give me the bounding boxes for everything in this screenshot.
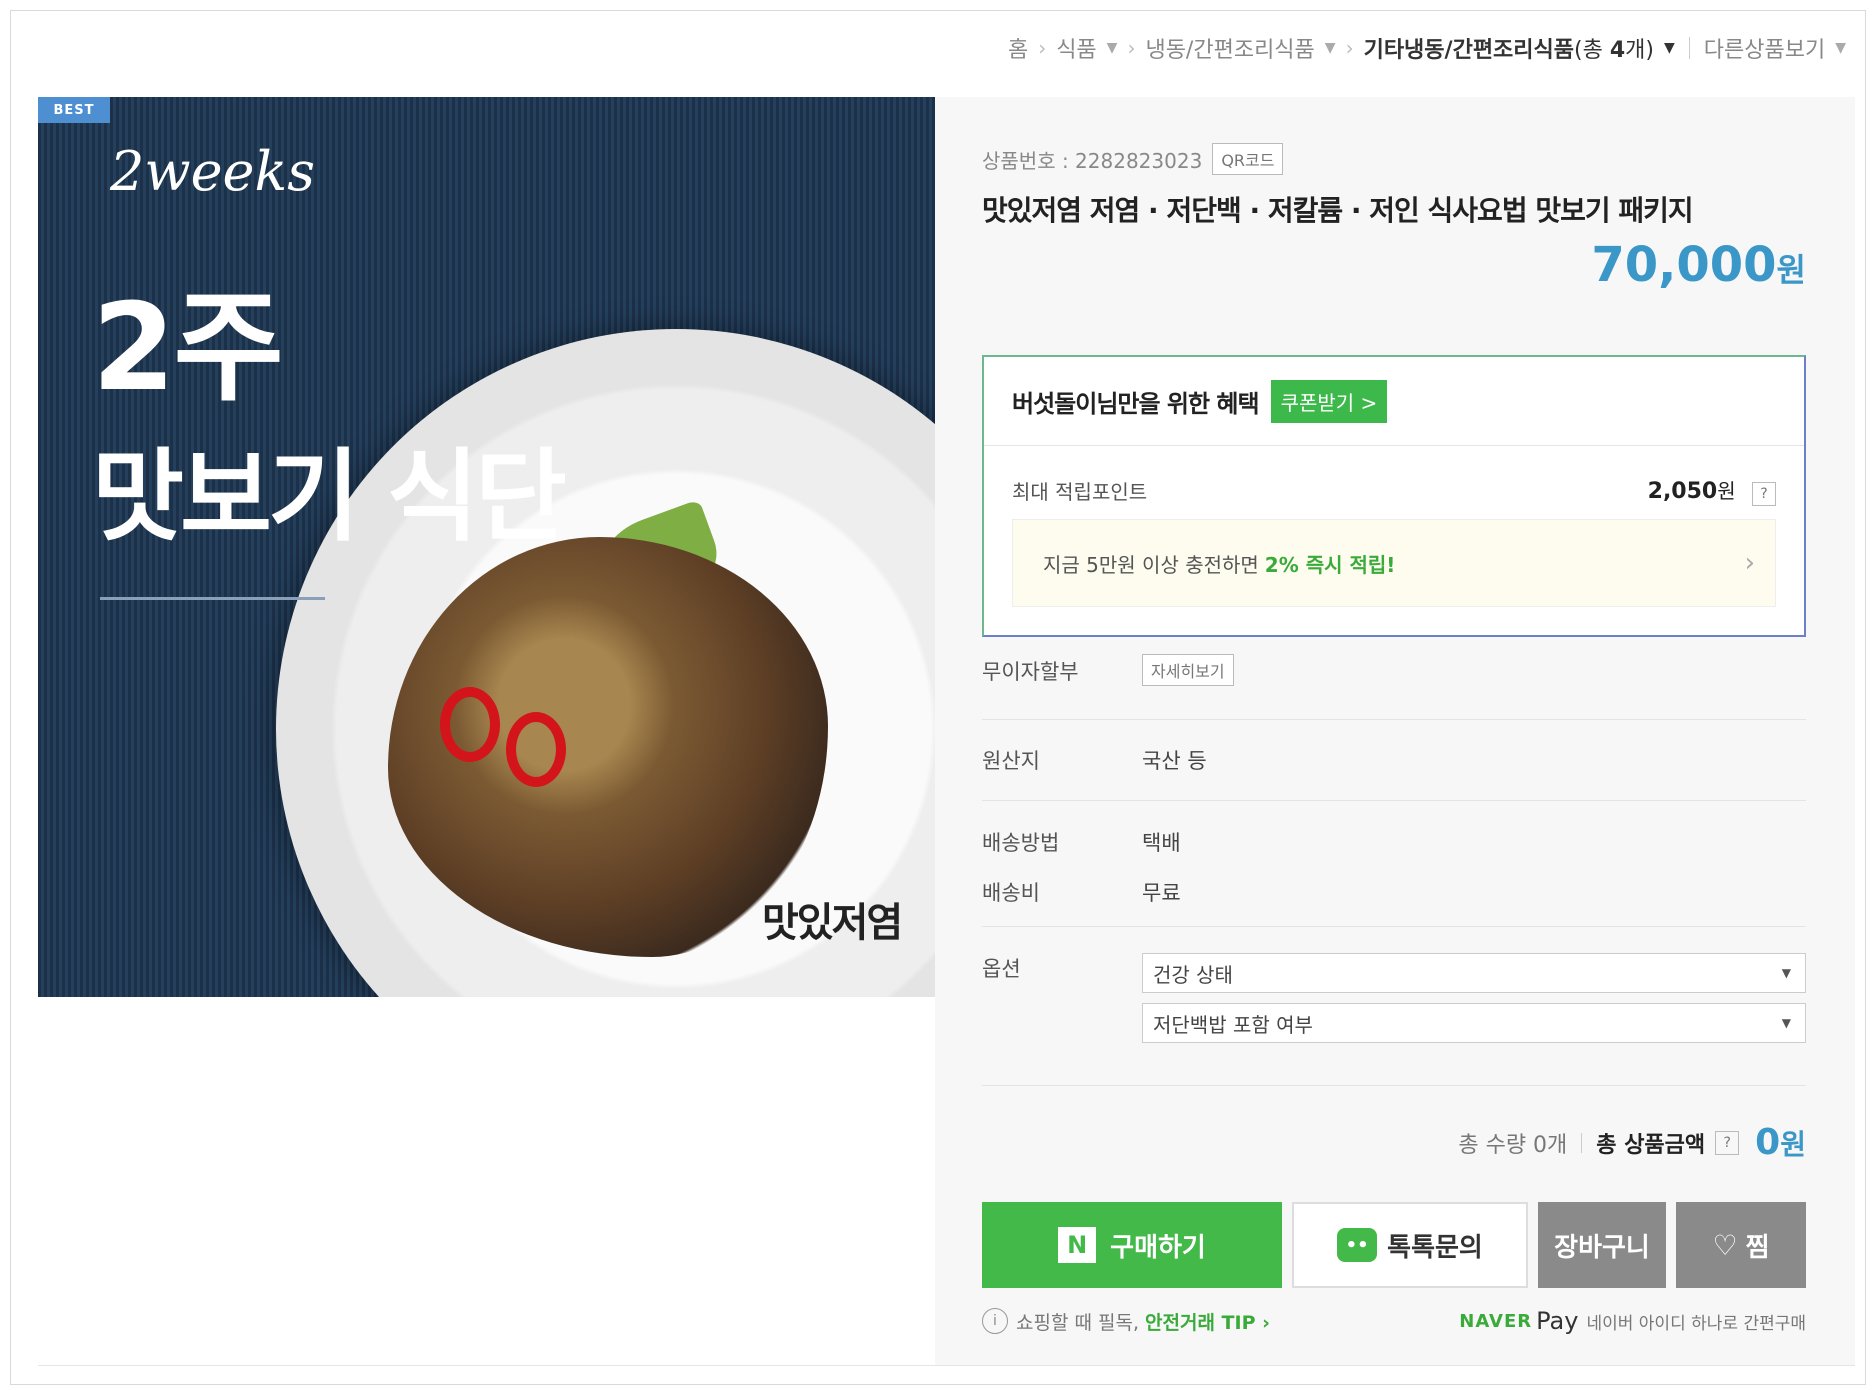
info-icon: i <box>982 1308 1008 1334</box>
buy-label: 구매하기 <box>1110 1232 1206 1263</box>
wish-label: 찜 <box>1745 1232 1770 1263</box>
naver-logo: NAVER <box>1459 1310 1533 1332</box>
charge-text: 지금 5만원 이상 충전하면 <box>1043 552 1259 577</box>
total-amount-value: 0원 <box>1755 1122 1806 1163</box>
option-select-value: 건강 상태 <box>1153 962 1233 987</box>
origin-label: 원산지 <box>982 749 1040 773</box>
pay-logo: Pay <box>1536 1307 1579 1335</box>
option-select-health[interactable]: 건강 상태 ▼ <box>1142 953 1806 993</box>
product-number: 상품번호 : 2282823023 QR코드 <box>982 143 1284 175</box>
price-unit: 원 <box>1776 251 1806 289</box>
naver-pay-info: NAVER Pay 네이버 아이디 하나로 간편구매 <box>1459 1307 1806 1335</box>
product-price: 70,000원 <box>1591 237 1806 293</box>
installment-detail-button[interactable]: 자세히보기 <box>1142 654 1234 686</box>
photo-brand-script: 2weeks <box>110 140 315 203</box>
divider <box>38 1365 1855 1366</box>
talk-label: 톡톡문의 <box>1387 1232 1483 1263</box>
breadcrumb-separator-icon: › <box>1345 36 1354 60</box>
chevron-down-icon[interactable]: ▼ <box>1664 40 1675 56</box>
divider <box>982 800 1806 801</box>
breadcrumb-category-frozen[interactable]: 냉동/간편조리식품 <box>1145 32 1314 64</box>
help-icon[interactable]: ? <box>1715 1130 1740 1155</box>
chevron-down-icon[interactable]: ▼ <box>1835 40 1846 56</box>
divider <box>1688 37 1690 59</box>
chevron-down-icon[interactable]: ▼ <box>1325 40 1336 56</box>
shipping-method-value: 택배 <box>1142 831 1181 855</box>
charge-promo-banner[interactable]: 지금 5만원 이상 충전하면 2% 즉시 적립! › <box>1012 519 1776 607</box>
notice-text: 쇼핑할 때 필독, <box>1016 1311 1139 1334</box>
chili-slice <box>506 712 566 787</box>
talktalk-inquiry-button[interactable]: •• 톡톡문의 <box>1292 1202 1528 1288</box>
shipping-fee-label: 배송비 <box>982 881 1040 905</box>
safe-trade-tip-link[interactable]: 안전거래 TIP › <box>1145 1308 1270 1335</box>
breadcrumb-separator-icon: › <box>1038 36 1047 60</box>
point-value-group: 2,050원 ? <box>1648 475 1776 506</box>
point-row: 최대 적립포인트 2,050원 ? <box>1012 475 1776 506</box>
benefit-box: 버섯돌이님만을 위한 혜택 쿠폰받기 > 최대 적립포인트 2,050원 ? 지… <box>982 355 1806 637</box>
divider <box>982 926 1806 927</box>
breadcrumb-separator-icon: › <box>1127 36 1136 60</box>
total-amount-label: 총 상품금액 <box>1596 1132 1706 1158</box>
divider <box>982 719 1806 720</box>
order-total: 총 수량 0개 총 상품금액 ? 0원 <box>1458 1122 1806 1163</box>
talk-bubble-icon: •• <box>1337 1228 1378 1262</box>
wish-button[interactable]: ♡ 찜 <box>1676 1202 1806 1288</box>
option-label: 옵션 <box>982 957 1021 981</box>
other-products-link[interactable]: 다른상품보기 <box>1704 32 1825 64</box>
naver-pay-description: 네이버 아이디 하나로 간편구매 <box>1586 1313 1806 1334</box>
installment-label: 무이자할부 <box>982 660 1079 684</box>
breadcrumb: 홈 › 식품 ▼ › 냉동/간편조리식품 ▼ › 기타냉동/간편조리식품(총 4… <box>1008 30 1846 66</box>
price-value: 70,000 <box>1591 237 1777 293</box>
chevron-down-icon[interactable]: ▼ <box>1107 40 1118 56</box>
breadcrumb-home[interactable]: 홈 <box>1008 32 1028 64</box>
heart-icon: ♡ <box>1712 1228 1738 1262</box>
chevron-right-icon: › <box>1744 548 1755 578</box>
naver-n-icon: N <box>1058 1227 1097 1263</box>
point-value: 2,050원 <box>1647 479 1736 504</box>
best-badge: BEST <box>38 97 110 123</box>
benefit-title: 버섯돌이님만을 위한 혜택 <box>1012 389 1260 418</box>
footer-notice: i 쇼핑할 때 필독, 안전거래 TIP › NAVER Pay 네이버 아이디… <box>982 1307 1806 1335</box>
total-quantity: 총 수량 0개 <box>1458 1132 1568 1158</box>
breadcrumb-current-category[interactable]: 기타냉동/간편조리식품(총 4개) <box>1364 32 1654 64</box>
product-title: 맛있저염 저염 · 저단백 · 저칼륨 · 저인 식사요법 맛보기 패키지 <box>982 194 1694 227</box>
help-icon[interactable]: ? <box>1752 482 1776 506</box>
photo-logo: 맛있저염 <box>762 900 903 946</box>
option-select-rice[interactable]: 저단백밥 포함 여부 ▼ <box>1142 1003 1806 1043</box>
divider <box>1581 1132 1583 1153</box>
product-number-text: 상품번호 : 2282823023 <box>982 148 1203 173</box>
cart-button[interactable]: 장바구니 <box>1538 1202 1666 1288</box>
option-select-value: 저단백밥 포함 여부 <box>1153 1012 1313 1037</box>
breadcrumb-category-food[interactable]: 식품 <box>1056 32 1096 64</box>
origin-value: 국산 등 <box>1142 749 1207 773</box>
benefit-header: 버섯돌이님만을 위한 혜택 쿠폰받기 > <box>984 357 1804 446</box>
coupon-button[interactable]: 쿠폰받기 > <box>1270 379 1388 423</box>
divider <box>982 1085 1806 1086</box>
chevron-down-icon: ▼ <box>1781 966 1791 980</box>
buy-button[interactable]: N 구매하기 <box>982 1202 1282 1288</box>
charge-highlight: 2% 즉시 적립! <box>1264 552 1396 577</box>
photo-divider <box>100 597 325 600</box>
chevron-down-icon: ▼ <box>1781 1016 1791 1030</box>
qr-code-button[interactable]: QR코드 <box>1212 143 1284 175</box>
shipping-fee-value: 무료 <box>1142 881 1181 905</box>
chili-slice <box>440 687 500 762</box>
photo-headline-2: 맛보기 식단 <box>92 438 567 555</box>
shipping-method-label: 배송방법 <box>982 831 1060 855</box>
photo-headline-1: 2주 <box>92 279 284 418</box>
point-label: 최대 적립포인트 <box>1012 480 1148 504</box>
